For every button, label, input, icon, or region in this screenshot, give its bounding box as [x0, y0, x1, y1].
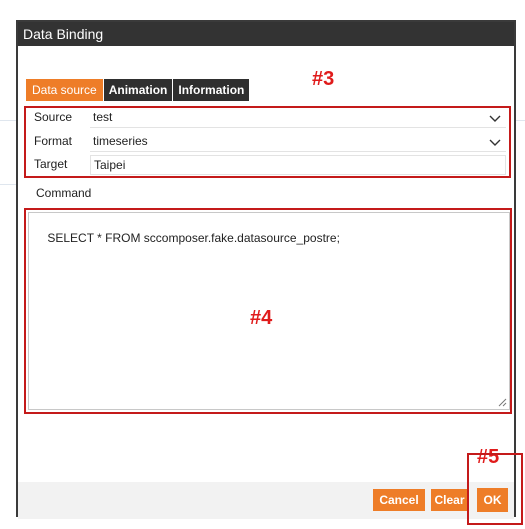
format-value: timeseries: [93, 134, 148, 148]
dialog-title: Data Binding: [18, 22, 514, 46]
background-line: [0, 184, 16, 185]
resize-grip-icon[interactable]: [497, 397, 507, 407]
annotation-4: #4: [250, 307, 273, 329]
format-label: Format: [34, 134, 73, 148]
command-label: Command: [36, 186, 92, 200]
ok-button[interactable]: OK: [477, 488, 508, 512]
target-input[interactable]: Taipei: [90, 155, 506, 175]
chevron-down-icon: [489, 139, 501, 146]
tab-bar: Data source Animation Information: [26, 79, 250, 101]
background-line: [0, 120, 16, 121]
source-value: test: [93, 110, 113, 124]
source-label: Source: [34, 110, 73, 124]
cancel-button[interactable]: Cancel: [373, 489, 425, 511]
chevron-down-icon: [489, 115, 501, 122]
background-line: [516, 120, 525, 121]
format-select[interactable]: timeseries: [90, 132, 506, 152]
target-value: Taipei: [94, 158, 126, 172]
command-text: SELECT * FROM sccomposer.fake.datasource…: [47, 231, 340, 245]
clear-button[interactable]: Clear: [431, 489, 468, 511]
tab-animation[interactable]: Animation: [103, 79, 173, 101]
data-binding-dialog: Data Binding Data source Animation Infor…: [16, 20, 523, 525]
tab-data-source[interactable]: Data source: [26, 79, 103, 101]
annotation-3: #3: [312, 68, 335, 90]
target-label: Target: [34, 157, 68, 171]
tab-information[interactable]: Information: [173, 79, 250, 101]
source-select[interactable]: test: [90, 108, 506, 128]
